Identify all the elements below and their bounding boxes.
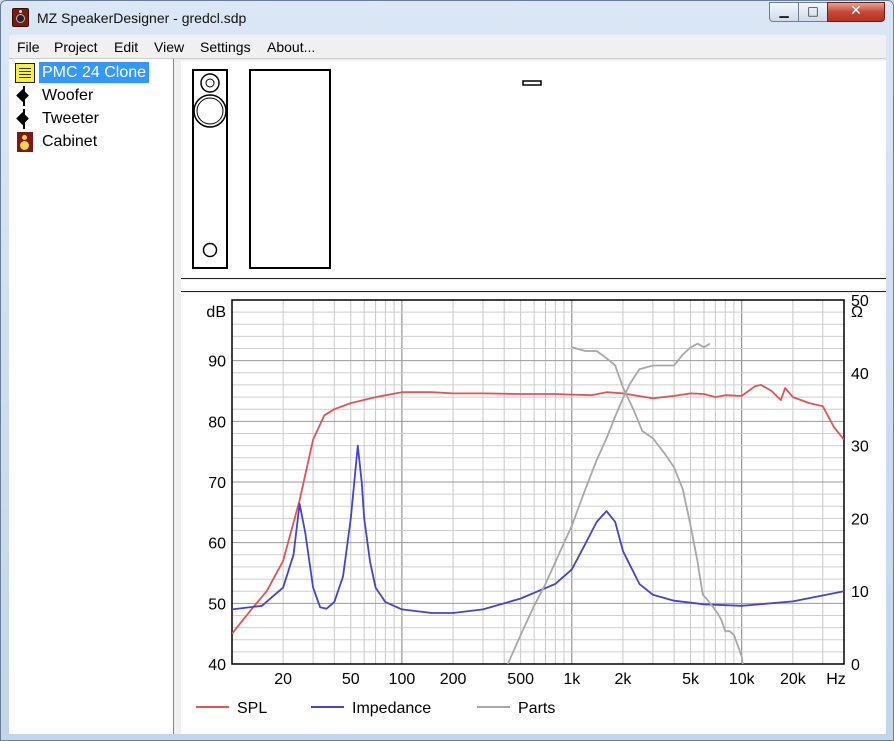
panel-divider[interactable] xyxy=(181,280,886,292)
menu-file[interactable]: File xyxy=(17,39,40,55)
title-bar[interactable]: MZ SpeakerDesigner - gredcl.sdp ▁ □ ✕ xyxy=(1,1,893,35)
y-tick-label-left: 60 xyxy=(208,536,226,553)
woofer-outline xyxy=(193,94,227,128)
minimize-icon: ▁ xyxy=(779,4,789,18)
close-icon: ✕ xyxy=(850,3,862,19)
client-area: PMC 24 Clone Woofer Tweeter Cabinet 40 5… xyxy=(9,59,886,734)
tree-item-label: PMC 24 Clone xyxy=(39,62,150,83)
x-tick-label: 20k xyxy=(780,671,807,688)
y-axis-label-right: Ω xyxy=(851,304,863,321)
response-graph-panel: 40 50 60 70 80 90 0 10 20 30 40 50 dB Ω 20 50 100 200 500 1… xyxy=(181,293,886,734)
y-tick-label-left: 40 xyxy=(208,657,226,674)
menu-project[interactable]: Project xyxy=(54,39,98,55)
tree-item-tweeter[interactable]: Tweeter xyxy=(13,108,173,130)
x-tick-label: 2k xyxy=(614,671,632,688)
tweeter-outline xyxy=(200,73,220,93)
tree-item-woofer[interactable]: Woofer xyxy=(13,85,173,107)
menu-edit[interactable]: Edit xyxy=(114,39,138,55)
x-tick-label: 500 xyxy=(507,671,534,688)
menu-view[interactable]: View xyxy=(154,39,184,55)
maximize-button[interactable]: □ xyxy=(798,2,828,22)
series-line-impedance xyxy=(232,444,844,614)
driver-icon xyxy=(16,109,32,129)
tree-item-label: Cabinet xyxy=(42,133,98,150)
x-tick-label: 5k xyxy=(682,671,700,688)
y-axis-label-left: dB xyxy=(206,304,226,321)
cabinet-side-view xyxy=(249,69,331,269)
minimize-button[interactable]: ▁ xyxy=(769,2,799,22)
driver-icon xyxy=(16,86,32,106)
y-tick-label-right: 40 xyxy=(851,366,869,383)
y-tick-label-right: 30 xyxy=(851,439,869,456)
app-window: MZ SpeakerDesigner - gredcl.sdp ▁ □ ✕ Fi… xyxy=(0,0,894,741)
project-tree[interactable]: PMC 24 Clone Woofer Tweeter Cabinet xyxy=(9,59,174,734)
y-tick-label-right: 20 xyxy=(851,511,869,528)
y-tick-label-right: 0 xyxy=(851,657,860,674)
legend-label-parts: Parts xyxy=(518,700,555,717)
x-tick-label: 50 xyxy=(342,671,360,688)
legend-label-spl: SPL xyxy=(237,700,267,717)
x-axis-unit: Hz xyxy=(826,671,846,688)
tree-item-label: Tweeter xyxy=(42,110,99,127)
tweeter-dome xyxy=(205,78,215,88)
cabinet-top-view xyxy=(522,80,542,86)
y-tick-label-right: 10 xyxy=(851,584,869,601)
x-tick-label: 200 xyxy=(440,671,467,688)
x-tick-label: 20 xyxy=(274,671,292,688)
cabinet-preview[interactable] xyxy=(181,61,886,279)
x-tick-label: 10k xyxy=(729,671,756,688)
window-title: MZ SpeakerDesigner - gredcl.sdp xyxy=(37,10,247,26)
legend-label-impedance: Impedance xyxy=(352,700,431,717)
cabinet-drawing xyxy=(192,69,542,269)
port-outline xyxy=(202,242,218,258)
project-icon xyxy=(15,63,35,83)
menu-settings[interactable]: Settings xyxy=(200,39,251,55)
speaker-app-icon[interactable] xyxy=(12,8,29,27)
tree-item-project[interactable]: PMC 24 Clone xyxy=(13,62,173,84)
tree-item-cabinet[interactable]: Cabinet xyxy=(13,131,173,153)
y-tick-label-left: 80 xyxy=(208,414,226,431)
y-tick-label-left: 90 xyxy=(208,354,226,371)
menu-bar: File Project Edit View Settings About... xyxy=(9,35,886,59)
y-tick-label-left: 50 xyxy=(208,596,226,613)
tree-item-label: Woofer xyxy=(42,87,94,104)
woofer-cone xyxy=(196,97,224,125)
close-button[interactable]: ✕ xyxy=(827,2,885,22)
cabinet-icon xyxy=(17,132,33,152)
response-chart: 40506070809001020304050dB Ω20 50 100 200 500 1… xyxy=(196,293,869,717)
menu-about[interactable]: About... xyxy=(267,39,315,55)
y-tick-label-left: 70 xyxy=(208,475,226,492)
x-tick-label: 100 xyxy=(389,671,416,688)
maximize-icon: □ xyxy=(807,4,819,18)
x-tick-label: 1k xyxy=(563,671,581,688)
